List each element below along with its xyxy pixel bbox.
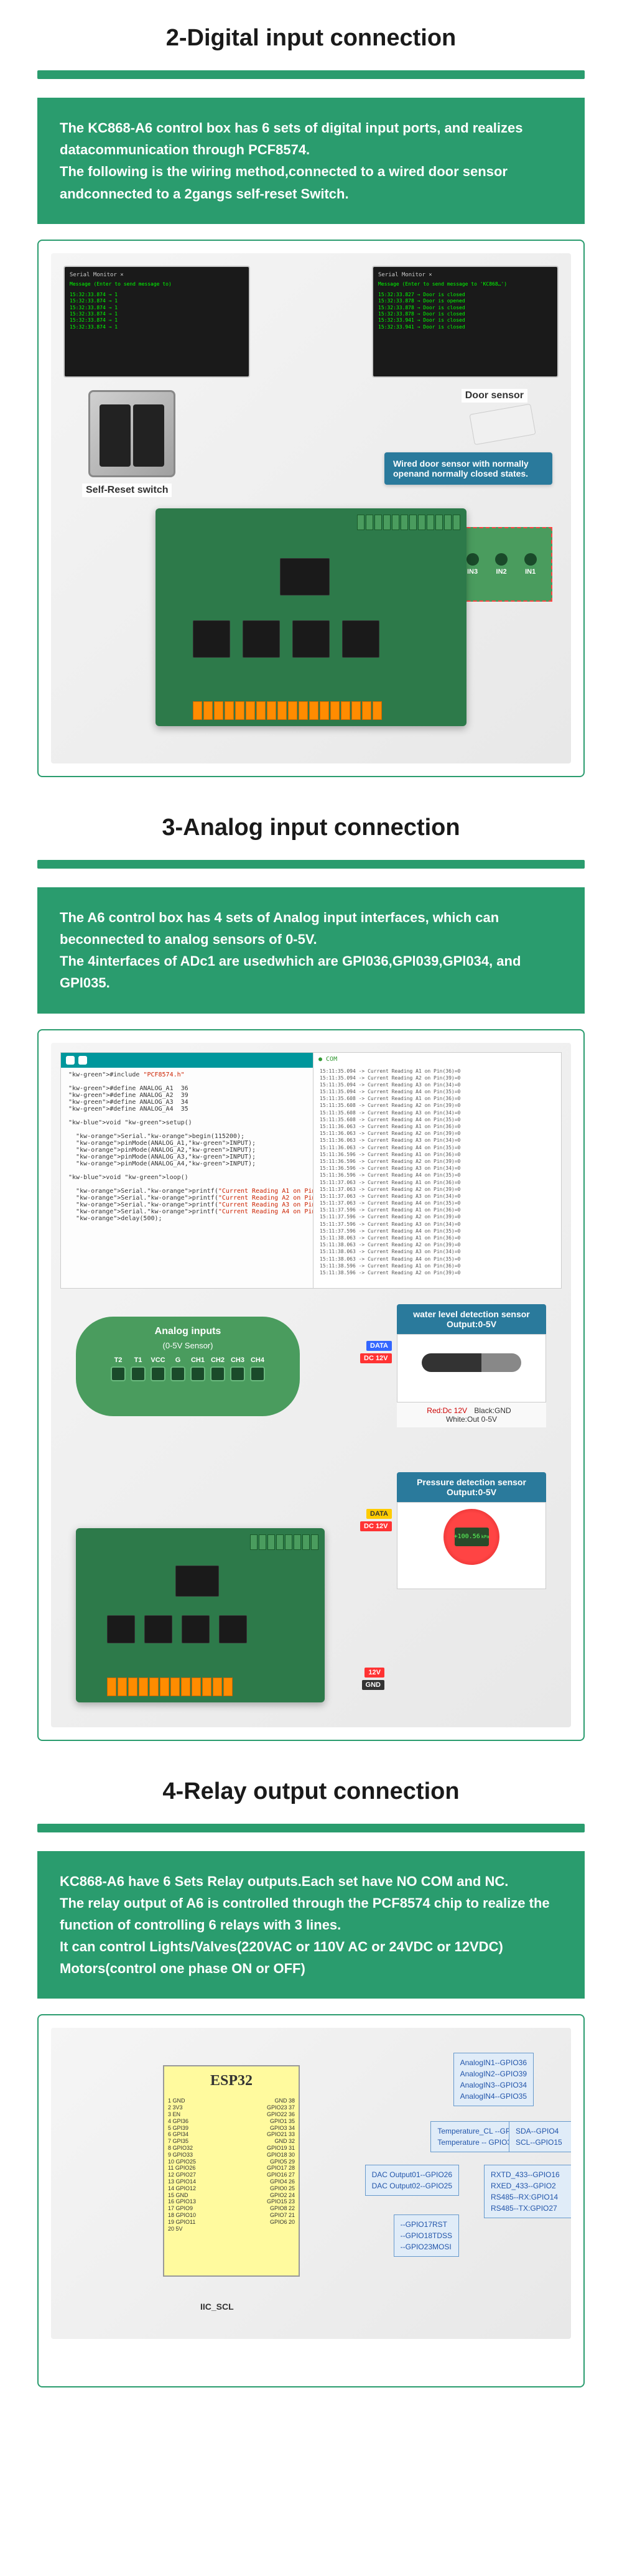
title-underline [37,70,585,79]
i2c-pins-box: SDA--GPIO4SCL--GPIO15 [509,2121,571,2152]
pcb-board-image [156,508,466,726]
pressure-sensor: Pressure detection sensor Output:0-5V DA… [397,1472,546,1589]
terminal-window-right: Serial Monitor × Message (Enter to send … [372,266,559,378]
water-level-sensor: water level detection sensor Output:0-5V… [397,1304,546,1427]
serial-log-window: ● COM 15:11:35.094 -> Current Reading A1… [313,1052,562,1289]
title-underline [37,1824,585,1832]
section-4-description: KC868-A6 have 6 Sets Relay outputs.Each … [37,1851,585,1999]
section-2-title: 2-Digital input connection [37,25,585,52]
analog-input-diagram: "kw-green">#include "PCF8574.h" "kw-gree… [37,1029,585,1741]
relay-output-diagram: ESP32 1 GND2 3V33 EN4 GPI365 GPI396 GPI3… [37,2014,585,2387]
terminal-pin: IN3 [466,553,479,576]
digital-input-diagram: Serial Monitor × Message (Enter to send … [37,240,585,777]
self-reset-switch-label: Self-Reset switch [82,483,172,497]
section-3-title: 3-Analog input connection [37,814,585,841]
door-sensor-label: Door sensor [462,389,527,403]
terminal-pin: IN2 [495,553,508,576]
door-sensor-image [469,403,536,445]
section-2-description: The KC868-A6 control box has 6 sets of d… [37,98,585,224]
esp32-chip-diagram: ESP32 1 GND2 3V33 EN4 GPI365 GPI396 GPI3… [163,2065,300,2277]
ide-toolbar [61,1053,321,1068]
uart-pins-box: RXTD_433--GPIO16RXED_433--GPIO2RS485--RX… [484,2165,571,2218]
analog-input-terminals: Analog inputs (0-5V Sensor) T2T1VCCGCH1C… [76,1317,300,1416]
pcb-board-small [76,1528,325,1702]
section-4-title: 4-Relay output connection [37,1778,585,1805]
terminal-window-left: Serial Monitor × Message (Enter to send … [63,266,250,378]
pressure-gauge-icon: +100.56 kPa [443,1509,499,1565]
power-gnd-label: GND [362,1680,384,1690]
power-12v-label: 12V [364,1668,384,1678]
analog-pins-box: AnalogIN1--GPIO36AnalogIN2--GPIO39Analog… [453,2053,534,2106]
title-underline [37,860,585,869]
arduino-code-window: "kw-green">#include "PCF8574.h" "kw-gree… [60,1052,322,1289]
self-reset-switch-image [88,390,175,477]
dac-pins-box: DAC Output01--GPIO26DAC Output02--GPIO25 [365,2165,459,2196]
door-sensor-note: Wired door sensor with normally openand … [384,452,552,485]
iic-scl-label: IIC_SCL [200,2302,234,2312]
spi-pins-box: --GPIO17RST--GPIO18TDSS--GPIO23MOSI [394,2214,459,2257]
terminal-pin: IN1 [524,553,537,576]
section-3-description: The A6 control box has 4 sets of Analog … [37,887,585,1014]
